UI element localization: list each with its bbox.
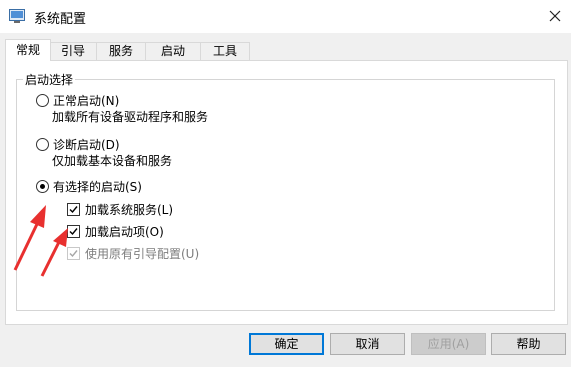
group-legend: 启动选择 — [23, 71, 76, 88]
tab-general[interactable]: 常规 — [5, 39, 51, 61]
tab-services[interactable]: 服务 — [96, 42, 146, 60]
load-system-services-checkbox[interactable]: 加载系统服务(L) — [67, 201, 173, 218]
window-title: 系统配置 — [34, 12, 87, 27]
check-icon — [69, 250, 78, 258]
title-bar: 系统配置 — [0, 0, 571, 33]
checkbox-label: 加载系统服务(L) — [85, 203, 174, 217]
diagnostic-startup-description: 仅加载基本设备和服务 — [52, 154, 173, 168]
radio-button[interactable] — [36, 180, 49, 193]
cancel-button[interactable]: 取消 — [330, 333, 405, 355]
startup-selection-group: 启动选择 正常启动(N) 加载所有设备驱动程序和服务 诊断启动(D) 仅加载基本… — [16, 71, 555, 311]
normal-startup-description: 加载所有设备驱动程序和服务 — [52, 110, 209, 124]
use-original-boot-config-checkbox: 使用原有引导配置(U) — [67, 245, 199, 262]
checkbox[interactable] — [67, 203, 80, 216]
diagnostic-startup-radio[interactable]: 诊断启动(D) — [36, 136, 120, 153]
check-icon — [69, 228, 78, 236]
tab-startup[interactable]: 启动 — [145, 42, 201, 60]
msconfig-icon — [9, 9, 25, 23]
radio-label: 正常启动(N) — [53, 94, 120, 108]
checkbox[interactable] — [67, 225, 80, 238]
checkbox — [67, 247, 80, 260]
tab-tools[interactable]: 工具 — [200, 42, 250, 60]
radio-button[interactable] — [36, 94, 49, 107]
close-icon[interactable] — [547, 8, 563, 24]
checkbox-label: 加载启动项(O) — [85, 225, 164, 239]
help-button[interactable]: 帮助 — [491, 333, 566, 355]
checkbox-label: 使用原有引导配置(U) — [85, 247, 200, 261]
apply-button: 应用(A) — [411, 333, 486, 355]
radio-label: 有选择的启动(S) — [53, 180, 142, 194]
radio-label: 诊断启动(D) — [53, 138, 120, 152]
dialog-body: 常规 引导 服务 启动 工具 启动选择 正常启动(N) 加载所有设备驱动程序和服… — [0, 33, 571, 367]
check-icon — [69, 206, 78, 214]
load-startup-items-checkbox[interactable]: 加载启动项(O) — [67, 223, 164, 240]
ok-button[interactable]: 确定 — [249, 333, 324, 355]
normal-startup-radio[interactable]: 正常启动(N) — [36, 92, 119, 109]
general-tab-panel: 启动选择 正常启动(N) 加载所有设备驱动程序和服务 诊断启动(D) 仅加载基本… — [5, 60, 568, 325]
radio-button[interactable] — [36, 138, 49, 151]
tab-boot[interactable]: 引导 — [49, 42, 97, 60]
selective-startup-radio[interactable]: 有选择的启动(S) — [36, 178, 142, 195]
